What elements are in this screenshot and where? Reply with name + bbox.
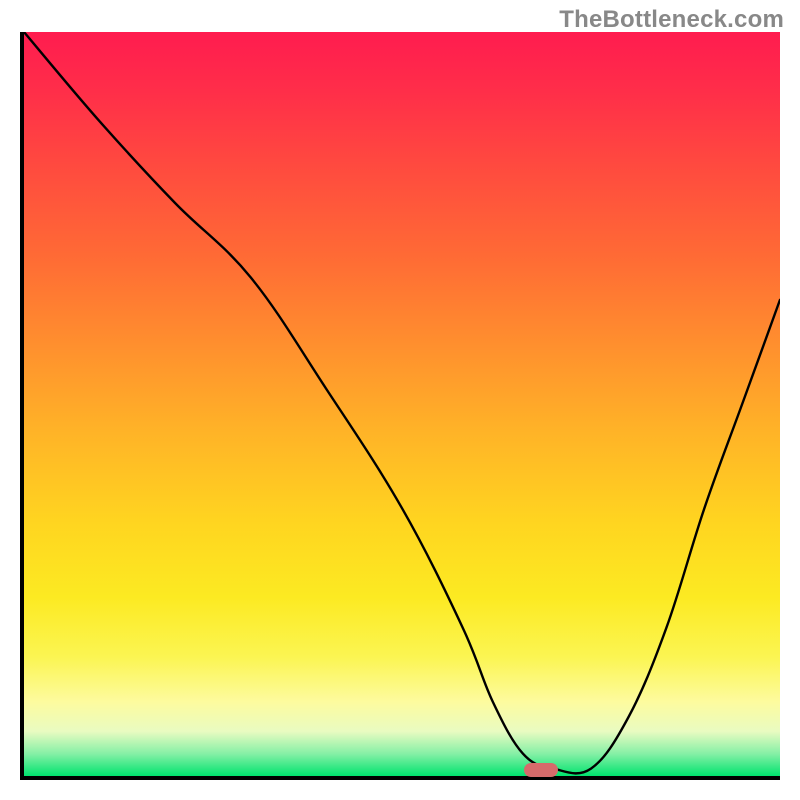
optimal-marker <box>524 763 558 777</box>
watermark-text: TheBottleneck.com <box>559 6 784 34</box>
heat-gradient <box>24 32 780 776</box>
chart-stage: TheBottleneck.com <box>0 0 800 800</box>
plot-area <box>20 32 780 780</box>
